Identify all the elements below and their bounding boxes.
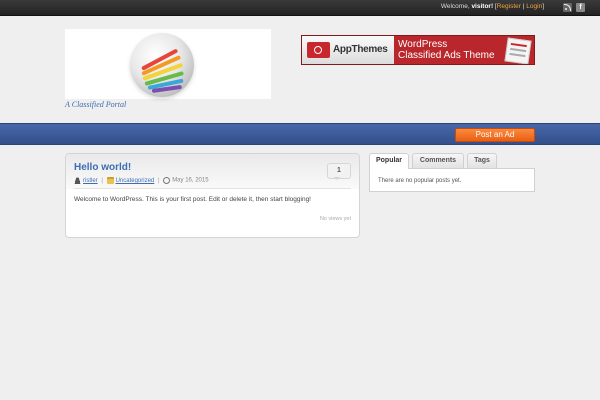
category-link[interactable]: Uncategorized [116, 178, 155, 184]
post-body: Welcome to WordPress. This is your first… [74, 196, 311, 203]
sidebar-tabs: Popular Comments Tags [369, 153, 535, 169]
tab-panel-popular: There are no popular posts yet. [369, 168, 535, 192]
facebook-glyph: f [579, 4, 582, 11]
post-card: Hello world! 1 ristler | Uncategorized |… [65, 153, 360, 238]
tab-comments[interactable]: Comments [412, 153, 464, 168]
banner-promo-line1: WordPress [398, 39, 448, 50]
post-an-ad-button[interactable]: Post an Ad [455, 128, 535, 142]
welcome-text: Welcome, visitor! [Register | Login] [441, 3, 544, 10]
meta-separator: | [101, 177, 103, 184]
meta-separator: | [157, 177, 160, 184]
document-icon [504, 37, 532, 64]
globe-logo [130, 33, 194, 97]
nav-bar: Post an Ad [0, 123, 600, 145]
folder-icon [106, 177, 114, 184]
author-link[interactable]: ristler [83, 178, 98, 184]
login-link[interactable]: Login [526, 3, 542, 10]
welcome-prefix: Welcome, [440, 3, 470, 10]
post-meta: ristler | Uncategorized | May 16, 2015 [74, 177, 209, 184]
rss-icon[interactable] [563, 3, 572, 12]
register-link[interactable]: Register [497, 3, 521, 10]
tab-tags[interactable]: Tags [467, 153, 497, 168]
popular-empty-message: There are no popular posts yet. [378, 178, 462, 184]
banner-brand: AppThemes [333, 44, 388, 55]
banner-brand-area: AppThemes [302, 36, 394, 64]
site-logo[interactable] [65, 29, 271, 99]
clock-icon [163, 177, 171, 184]
facebook-icon[interactable]: f [576, 3, 585, 12]
tab-popular[interactable]: Popular [369, 153, 409, 169]
banner-promo-line2: Classified Ads Theme [398, 50, 495, 61]
post-date: May 16, 2015 [172, 177, 209, 184]
link-separator: | [522, 3, 525, 10]
post-title[interactable]: Hello world! [74, 162, 131, 173]
site-tagline: A Classified Portal [65, 100, 127, 109]
top-bar: Welcome, visitor! [Register | Login] f [0, 0, 600, 16]
post-views: No views yet [319, 216, 351, 222]
appthemes-banner[interactable]: AppThemes WordPress Classified Ads Theme [301, 35, 535, 65]
comment-count: 1 [337, 167, 341, 174]
user-icon [74, 177, 81, 184]
appthemes-icon [307, 42, 330, 58]
post-divider [74, 188, 351, 189]
banner-promo: WordPress Classified Ads Theme [398, 39, 495, 61]
welcome-username: visitor! [471, 3, 494, 10]
comment-count-icon[interactable]: 1 [327, 163, 351, 180]
bracket-close: ] [542, 3, 544, 10]
